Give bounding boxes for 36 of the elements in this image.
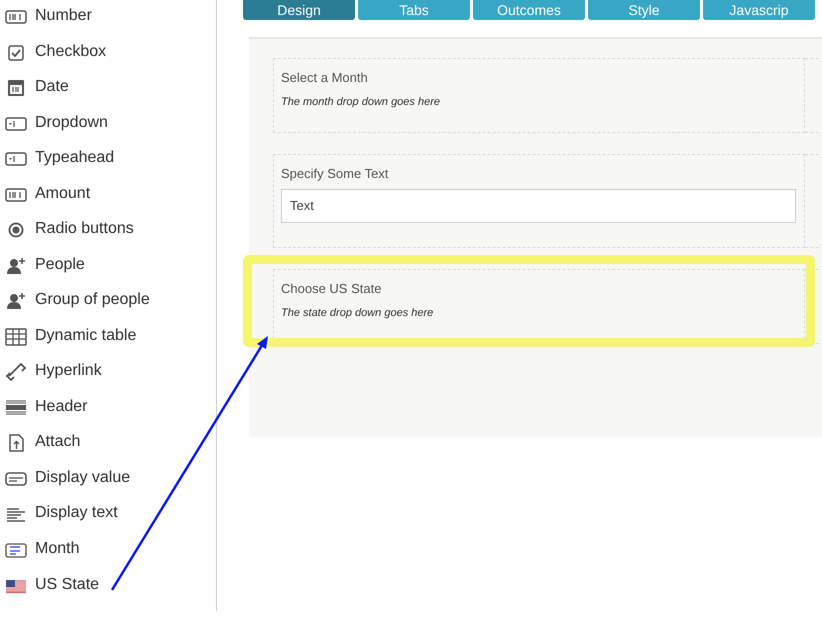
palette-item[interactable]: Checkbox	[35, 42, 106, 61]
dropdown-icon	[5, 150, 27, 168]
field-label: Choose US State	[281, 280, 382, 298]
palette-item[interactable]: Hyperlink	[35, 362, 102, 380]
table-icon	[5, 328, 27, 346]
palette-item[interactable]: Header	[35, 398, 88, 416]
palette-item[interactable]: US State	[35, 576, 100, 594]
calendar-icon	[5, 79, 27, 98]
palette-item[interactable]: Amount	[35, 184, 90, 203]
palette-item[interactable]: Date	[35, 78, 69, 96]
link-icon	[5, 363, 27, 382]
palette-item[interactable]: Display text	[35, 504, 118, 522]
palette-item[interactable]: Number	[35, 7, 92, 25]
palette-item[interactable]: People	[35, 256, 85, 274]
display-value-icon	[5, 470, 27, 488]
hint-text: The state drop down goes here	[281, 306, 434, 320]
field-label: Select a Month	[281, 69, 369, 87]
hint-text: The month drop down goes here	[281, 94, 441, 110]
palette-item[interactable]: Dropdown	[35, 114, 108, 132]
palette-item[interactable]: Group of people	[35, 291, 150, 310]
text-input-field[interactable]: Text	[281, 188, 796, 222]
field-label: Specify Some Text	[281, 165, 390, 183]
palette-item[interactable]: Attach	[35, 433, 80, 452]
month-calendar-icon	[5, 540, 27, 559]
palette-item[interactable]: Radio buttons	[35, 220, 134, 238]
palette-item[interactable]: Dynamic table	[35, 326, 136, 345]
palette-item[interactable]: Display value	[35, 468, 130, 487]
dropdown-icon	[5, 114, 27, 133]
tab[interactable]: Design	[243, 0, 355, 20]
header-icon	[5, 398, 27, 417]
number-field-icon	[5, 186, 27, 204]
add-person-icon	[5, 256, 27, 275]
palette-item[interactable]: Month	[35, 540, 80, 558]
number-field-icon	[5, 8, 27, 26]
add-person-icon	[5, 292, 27, 310]
palette-item[interactable]: Typeahead	[35, 149, 114, 168]
